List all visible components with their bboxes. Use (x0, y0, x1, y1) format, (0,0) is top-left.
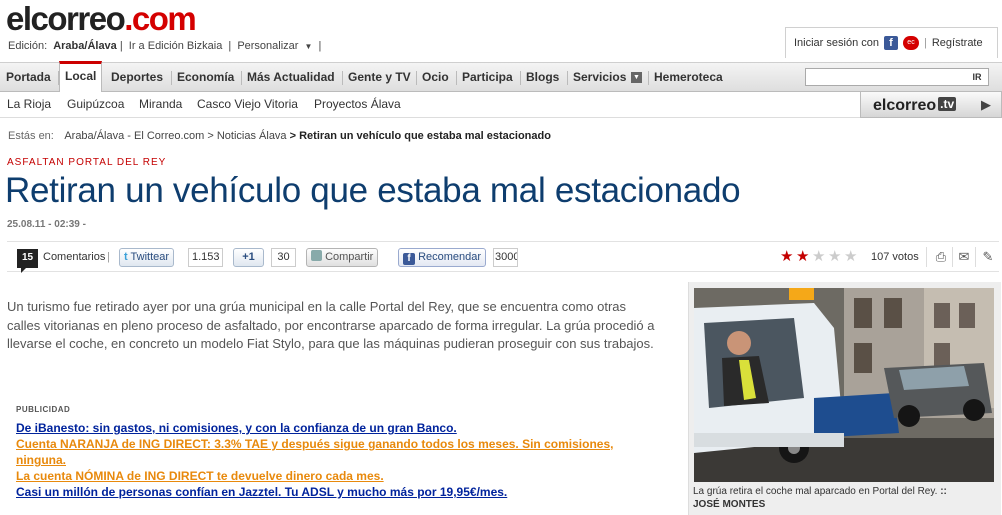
nav-economia[interactable]: Economía (172, 63, 239, 92)
edition-switch-link[interactable]: Ir a Edición Bizkaia (129, 40, 223, 52)
rating-star-2[interactable]: ★ (796, 249, 809, 265)
ad-link[interactable]: Cuenta NARANJA de ING DIRECT: 3.3% TAE y… (16, 436, 616, 468)
nav-participa[interactable]: Participa (457, 63, 518, 92)
login-box: Iniciar sesión con f ec | Regístrate (785, 27, 998, 58)
plusone-count: 30 (271, 248, 296, 267)
ad-link[interactable]: Casi un millón de personas confían en Ja… (16, 484, 616, 500)
register-link[interactable]: Regístrate (932, 37, 983, 49)
subnav-proyectos-alava[interactable]: Proyectos Álava (314, 97, 401, 111)
facebook-count: 3000 (493, 248, 518, 267)
plusone-button[interactable]: +1 (233, 248, 264, 267)
article-body: Un turismo fue retirado ayer por una grú… (7, 299, 655, 351)
print-icon[interactable]: ⎙ (934, 250, 948, 264)
email-icon[interactable]: ✉ (957, 250, 971, 264)
article-photo[interactable] (694, 288, 994, 482)
rating-star-1[interactable]: ★ (780, 249, 793, 265)
breadcrumb-item-home[interactable]: Araba/Álava - El Correo.com (64, 130, 204, 142)
breadcrumb: Estás en: Araba/Álava - El Correo.com > … (8, 130, 551, 142)
nav-mas-actualidad[interactable]: Más Actualidad (242, 63, 340, 92)
nav-hemeroteca[interactable]: Hemeroteca (649, 63, 728, 92)
breadcrumb-item-noticias[interactable]: > Noticias Álava (207, 130, 286, 142)
facebook-label: Recomendar (418, 251, 482, 263)
sub-nav: La Rioja Guipúzcoa Miranda Casco Viejo V… (0, 92, 860, 118)
subnav-miranda[interactable]: Miranda (139, 97, 182, 111)
nav-blogs[interactable]: Blogs (521, 63, 564, 92)
rating-star-4[interactable]: ★ (828, 249, 841, 265)
personalize-menu[interactable]: Personalizar (237, 40, 298, 52)
breadcrumb-item-current: > Retiran un vehículo que estaba mal est… (289, 130, 551, 142)
site-logo[interactable]: elcorreo.com (6, 0, 197, 37)
rating-star-5[interactable]: ★ (844, 249, 857, 265)
share-button[interactable]: Compartir (306, 248, 379, 267)
facebook-icon: f (403, 253, 415, 265)
nav-servicios[interactable]: Servicios (568, 63, 631, 92)
facebook-login-icon[interactable]: f (884, 36, 898, 50)
elcorreo-tv-link[interactable]: elcorreo .tv ▶ (860, 91, 1002, 118)
search-input[interactable] (805, 68, 989, 86)
advertising-label: PUBLICIDAD (16, 405, 71, 414)
comment-count-badge[interactable]: 15 (17, 249, 38, 273)
caption-text: La grúa retira el coche mal aparcado en … (693, 486, 938, 497)
elcorreo-login-icon[interactable]: ec (903, 36, 919, 50)
subnav-guipuzcoa[interactable]: Guipúzcoa (67, 97, 124, 111)
nav-portada[interactable]: Portada (1, 63, 56, 92)
nav-ocio[interactable]: Ocio (417, 63, 454, 92)
caption-mark: :: (940, 486, 947, 497)
nav-deportes[interactable]: Deportes (106, 63, 168, 92)
article-title: Retiran un vehículo que estaba mal estac… (5, 171, 741, 210)
edition-label: Edición: (8, 40, 48, 52)
photo-credit: JOSÉ MONTES (693, 499, 766, 510)
edition-current: Araba/Álava (53, 40, 117, 52)
twitter-button[interactable]: t Twittear (119, 248, 175, 267)
search-button[interactable]: IR (966, 69, 988, 85)
login-label: Iniciar sesión con (794, 37, 879, 49)
share-icon (311, 250, 322, 261)
photo-caption: La grúa retira el coche mal aparcado en … (693, 486, 947, 497)
logo-text: elcorreo (6, 0, 126, 37)
logo-tld: .com (124, 0, 197, 37)
subnav-casco-viejo[interactable]: Casco Viejo Vitoria (197, 97, 298, 111)
facebook-recommend-button[interactable]: f Recomendar (398, 248, 487, 267)
tow-truck-photo (694, 288, 994, 482)
twitter-bird-icon: t (124, 251, 128, 263)
ad-link[interactable]: La cuenta NÓMINA de ING DIRECT te devuel… (16, 468, 616, 484)
breadcrumb-label: Estás en: (8, 130, 54, 142)
tv-label: elcorreo (873, 97, 937, 114)
nav-gente-tv[interactable]: Gente y TV (343, 63, 416, 92)
ad-link[interactable]: De iBanesto: sin gastos, ni comisiones, … (16, 420, 616, 436)
toolbar-separator: | (107, 251, 110, 263)
twitter-label: Twittear (130, 251, 170, 263)
comments-link[interactable]: Comentarios (43, 251, 105, 263)
nav-local[interactable]: Local (59, 61, 103, 92)
rating-star-3[interactable]: ★ (812, 249, 825, 265)
article-kicker: ASFALTAN PORTAL DEL REY (7, 157, 167, 168)
share-label: Compartir (325, 251, 374, 263)
tv-suffix: .tv (938, 97, 957, 111)
article-date: 25.08.11 - 02:39 - (7, 219, 86, 230)
edition-bar: Edición: Araba/Álava | Ir a Edición Bizk… (8, 40, 322, 52)
chevron-down-icon[interactable]: ▼ (631, 72, 642, 83)
chevron-right-icon: ▶ (981, 97, 991, 112)
vote-count: 107 votos (871, 251, 919, 263)
edit-icon[interactable]: ✎ (981, 250, 995, 264)
twitter-count: 1.153 (188, 248, 223, 267)
chevron-down-icon[interactable]: ▼ (305, 42, 313, 51)
subnav-la-rioja[interactable]: La Rioja (7, 97, 51, 111)
